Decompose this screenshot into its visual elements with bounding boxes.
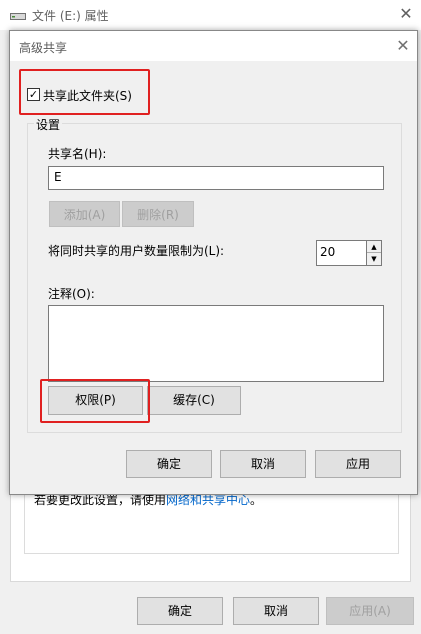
user-limit-input[interactable]: 20 xyxy=(316,240,366,266)
properties-cancel-button[interactable]: 取消 xyxy=(233,597,319,625)
spin-down-icon[interactable]: ▼ xyxy=(367,253,381,265)
highlight-share-checkbox xyxy=(19,69,150,115)
user-limit-spinner[interactable]: ▲ ▼ xyxy=(366,240,382,266)
comment-label: 注释(O): xyxy=(48,287,95,301)
properties-titlebar: 文件 (E:) 属性 ✕ xyxy=(0,0,421,30)
cancel-button[interactable]: 取消 xyxy=(220,450,306,478)
highlight-permissions-button xyxy=(40,379,150,423)
ok-button[interactable]: 确定 xyxy=(126,450,212,478)
share-name-label: 共享名(H): xyxy=(48,147,107,161)
info-text: 若要更改此设置，请使用 xyxy=(34,493,167,507)
share-name-input[interactable]: E xyxy=(48,166,384,190)
network-sharing-center-link[interactable]: 网络和共享中心 xyxy=(166,493,250,507)
apply-button[interactable]: 应用 xyxy=(315,450,401,478)
properties-apply-button[interactable]: 应用(A) xyxy=(326,597,414,625)
close-icon[interactable]: ✕ xyxy=(394,36,412,56)
add-button[interactable]: 添加(A) xyxy=(49,201,120,227)
dialog-titlebar: 高级共享 ✕ xyxy=(10,31,417,61)
settings-group-title: 设置 xyxy=(34,116,63,133)
drive-icon xyxy=(10,13,26,20)
properties-title: 文件 (E:) 属性 xyxy=(32,9,109,23)
info-period: 。 xyxy=(250,493,263,507)
dialog-title: 高级共享 xyxy=(19,41,68,55)
caching-button[interactable]: 缓存(C) xyxy=(147,386,241,415)
properties-ok-button[interactable]: 确定 xyxy=(137,597,223,625)
user-limit-label: 将同时共享的用户数量限制为(L): xyxy=(48,244,225,258)
spin-up-icon[interactable]: ▲ xyxy=(367,241,381,253)
comment-textarea[interactable] xyxy=(48,305,384,382)
remove-button[interactable]: 删除(R) xyxy=(122,201,194,227)
close-icon[interactable]: ✕ xyxy=(398,4,414,24)
